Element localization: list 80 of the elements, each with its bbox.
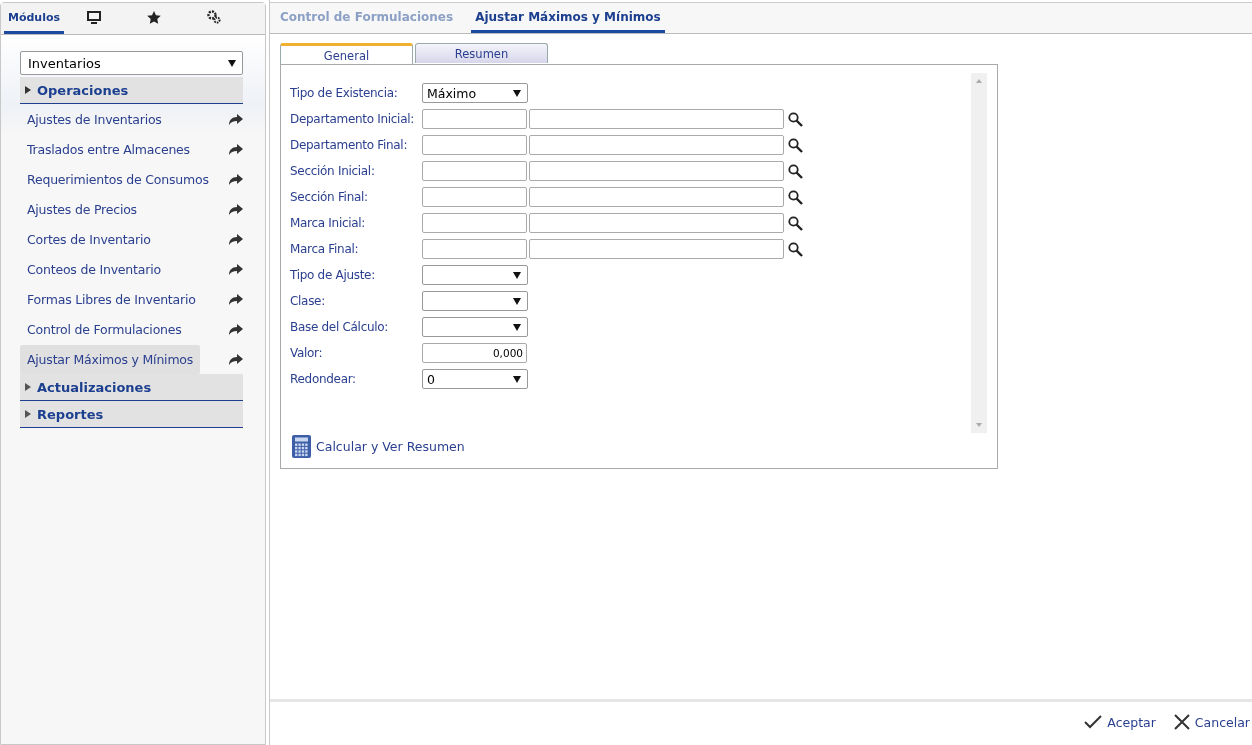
menu-item[interactable]: Control de Formulaciones (20, 317, 189, 341)
search-icon[interactable] (788, 163, 803, 179)
dropdown-field[interactable] (422, 291, 528, 311)
menu-item[interactable]: Traslados entre Almacenes (20, 137, 197, 161)
share-arrow-icon[interactable] (229, 173, 243, 185)
field-label: Marca Final: (290, 242, 360, 256)
description-input-field[interactable] (529, 109, 784, 129)
search-icon[interactable] (788, 189, 803, 205)
calculator-icon (292, 435, 311, 458)
description-input-field[interactable] (529, 213, 784, 233)
gears-icon (207, 10, 221, 24)
menu-item[interactable]: Formas Libres de Inventario (20, 287, 203, 311)
dropdown-field[interactable]: Máximo (422, 83, 528, 103)
code-input-field[interactable] (422, 135, 527, 155)
caret-icon (513, 323, 521, 331)
calculate-link[interactable]: Calcular y Ver Resumen (292, 435, 465, 458)
field-label: Sección Final: (290, 190, 369, 204)
number-input-field[interactable]: 0,000 (422, 343, 527, 363)
code-input-field[interactable] (422, 109, 527, 129)
dropdown-field[interactable] (422, 317, 528, 337)
section-header[interactable]: Actualizaciones (20, 374, 243, 401)
caret-icon (513, 271, 521, 279)
field-label: Valor: (290, 346, 324, 360)
field-label: Tipo de Ajuste: (290, 268, 376, 282)
section-header[interactable]: Operaciones (20, 77, 243, 104)
form-tab[interactable]: General (280, 43, 413, 65)
menu-item[interactable]: Conteos de Inventario (20, 257, 168, 281)
section-header[interactable]: Reportes (20, 401, 243, 428)
caret-icon (513, 89, 521, 97)
expand-icon (25, 410, 31, 418)
field-label: Departamento Inicial: (290, 112, 415, 126)
module-dropdown[interactable]: Inventarios (20, 51, 243, 75)
search-icon[interactable] (788, 137, 803, 153)
description-input-field[interactable] (529, 135, 784, 155)
caret-icon (513, 375, 521, 383)
document-tab[interactable]: Ajustar Máximos y Mínimos (471, 3, 665, 33)
share-arrow-icon[interactable] (229, 263, 243, 275)
share-arrow-icon[interactable] (229, 143, 243, 155)
code-input-field[interactable] (422, 213, 527, 233)
monitor-icon (87, 10, 101, 24)
dropdown-field[interactable]: 0 (422, 369, 528, 389)
code-input-field[interactable] (422, 187, 527, 207)
field-label: Tipo de Existencia: (290, 86, 399, 100)
accept-button[interactable]: Aceptar (1084, 714, 1156, 730)
close-icon (1173, 714, 1190, 730)
checkmark-icon (1084, 715, 1103, 729)
menu-item[interactable]: Ajustes de Precios (20, 197, 144, 221)
field-label: Sección Inicial: (290, 164, 376, 178)
share-arrow-icon[interactable] (229, 323, 243, 335)
caret-icon (513, 297, 521, 305)
scrollbar[interactable] (971, 73, 987, 433)
dropdown-field[interactable] (422, 265, 528, 285)
description-input-field[interactable] (529, 187, 784, 207)
star-icon (147, 10, 161, 24)
menu-item[interactable]: Cortes de Inventario (20, 227, 158, 251)
menu-item[interactable]: Ajustar Máximos y Mínimos (20, 344, 201, 374)
description-input-field[interactable] (529, 239, 784, 259)
search-icon[interactable] (788, 111, 803, 127)
share-arrow-icon[interactable] (229, 203, 243, 215)
field-label: Redondear: (290, 372, 357, 386)
description-input-field[interactable] (529, 161, 784, 181)
code-input-field[interactable] (422, 161, 527, 181)
field-label: Clase: (290, 294, 326, 308)
field-label: Base del Cálculo: (290, 320, 390, 334)
field-label: Marca Inicial: (290, 216, 367, 230)
menu-item[interactable]: Requerimientos de Consumos (20, 167, 216, 191)
code-input-field[interactable] (422, 239, 527, 259)
field-label: Departamento Final: (290, 138, 409, 152)
cancel-button[interactable]: Cancelar (1173, 714, 1250, 730)
caret-icon (228, 59, 236, 67)
share-arrow-icon[interactable] (229, 293, 243, 305)
share-arrow-icon[interactable] (229, 233, 243, 245)
expand-icon (25, 383, 31, 391)
expand-icon (25, 86, 31, 94)
form-tab[interactable]: Resumen (415, 43, 548, 63)
search-icon[interactable] (788, 241, 803, 257)
share-arrow-icon[interactable] (229, 353, 243, 365)
share-arrow-icon[interactable] (229, 113, 243, 125)
menu-item[interactable]: Ajustes de Inventarios (20, 107, 169, 131)
search-icon[interactable] (788, 215, 803, 231)
